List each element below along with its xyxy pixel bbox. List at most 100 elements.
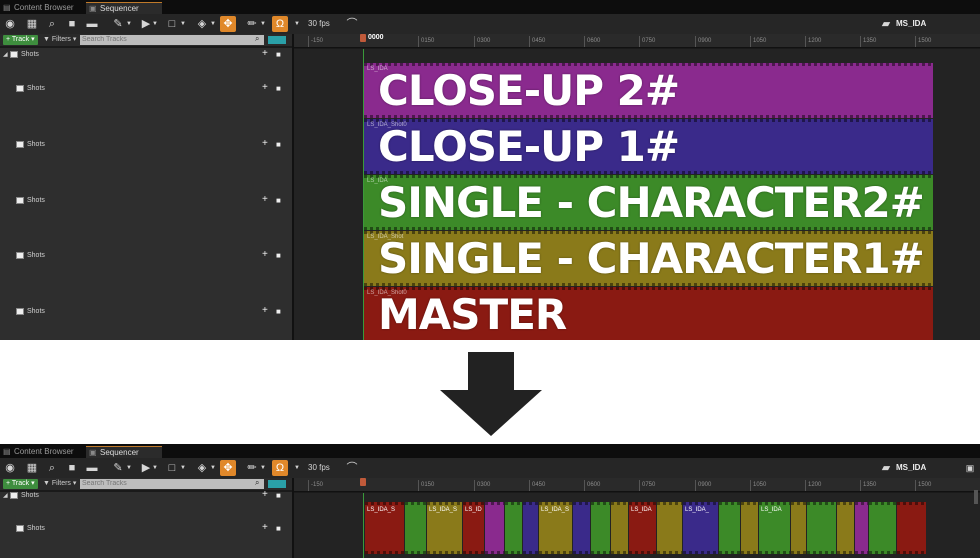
shot-clip[interactable] [869, 502, 896, 554]
shot-clip[interactable] [505, 502, 522, 554]
chevron-down-icon[interactable]: ▼ [152, 16, 158, 32]
shot-clip[interactable] [897, 502, 926, 554]
camera-icon[interactable]: ■ [276, 492, 281, 500]
clapper-icon[interactable]: ▬ [84, 16, 100, 32]
search-icon[interactable]: ⌕ [44, 16, 60, 32]
folder-icon[interactable]: ▰ [878, 460, 894, 476]
expand-icon[interactable]: ◢ [3, 492, 8, 500]
key-icon[interactable]: ◈ [194, 16, 210, 32]
add-icon[interactable]: + [262, 250, 268, 260]
expand-icon[interactable]: ◢ [3, 51, 8, 59]
tab-sequencer[interactable]: ▣ Sequencer [86, 2, 162, 14]
shot-clip[interactable] [837, 502, 854, 554]
time-ruler[interactable]: -150 0000 0150 0300 0450 0600 0750 0900 … [294, 34, 980, 48]
shot-clip[interactable] [657, 502, 682, 554]
camera-icon[interactable]: ■ [276, 252, 281, 260]
shot-clip[interactable]: LS_ID [463, 502, 484, 554]
shot-clip[interactable] [485, 502, 504, 554]
auto-key-icon[interactable]: ✥ [220, 460, 236, 476]
curve-editor-icon[interactable]: ⌒ [344, 16, 360, 32]
selection-icon[interactable]: □ [164, 16, 180, 32]
chevron-down-icon[interactable]: ▼ [294, 460, 300, 476]
shot-clip[interactable] [807, 502, 836, 554]
chevron-down-icon[interactable]: ▼ [210, 460, 216, 476]
pencil-icon[interactable]: ✏ [244, 460, 260, 476]
add-icon[interactable]: + [262, 139, 268, 149]
camera-icon[interactable]: ■ [276, 141, 281, 149]
camera-icon[interactable]: ■ [64, 16, 80, 32]
wrench-icon[interactable]: ✎ [110, 16, 126, 32]
time-ruler[interactable]: -150 0150 0300 0450 0600 0750 0900 1050 … [294, 478, 980, 492]
search-input[interactable] [80, 35, 264, 45]
shot-section[interactable]: LS_IDA_Shot0 MASTER [364, 287, 933, 340]
search-icon[interactable]: ⌕ [44, 460, 60, 476]
settings-icon[interactable]: ▣ [962, 460, 978, 476]
selection-icon[interactable]: □ [164, 460, 180, 476]
shot-clip[interactable] [591, 502, 610, 554]
save-icon[interactable]: ▦ [24, 460, 40, 476]
chevron-down-icon[interactable]: ▼ [126, 16, 132, 32]
color-swatch[interactable] [268, 480, 286, 488]
shot-clip[interactable] [573, 502, 590, 554]
save-icon[interactable]: ▦ [24, 16, 40, 32]
chevron-down-icon[interactable]: ▼ [210, 16, 216, 32]
add-icon[interactable]: + [262, 306, 268, 316]
camera-icon[interactable]: ■ [276, 525, 281, 533]
shot-clip[interactable]: LS_IDA_S [365, 502, 404, 554]
add-icon[interactable]: + [262, 49, 268, 59]
chevron-down-icon[interactable]: ▼ [180, 460, 186, 476]
shot-clip[interactable] [719, 502, 740, 554]
tab-sequencer[interactable]: ▣ Sequencer [86, 446, 162, 458]
shot-clip[interactable]: LS_IDA_S [539, 502, 572, 554]
fps-selector[interactable]: 30 fps [308, 16, 330, 32]
search-input[interactable] [80, 479, 264, 489]
shot-section[interactable]: LS_IDA_Shot0 CLOSE-UP 1# [364, 119, 933, 174]
world-icon[interactable]: ◉ [2, 460, 18, 476]
shot-section[interactable]: LS_IDA SINGLE - CHARACTER2# [364, 175, 933, 230]
add-icon[interactable]: + [262, 490, 268, 500]
wrench-icon[interactable]: ✎ [110, 460, 126, 476]
playhead-handle[interactable] [360, 34, 366, 42]
shot-clip[interactable]: LS_IDA_ [683, 502, 718, 554]
fps-selector[interactable]: 30 fps [308, 460, 330, 476]
shot-clip[interactable]: LS_IDA [629, 502, 656, 554]
shot-clip[interactable] [741, 502, 758, 554]
add-icon[interactable]: + [262, 83, 268, 93]
shot-clip[interactable] [405, 502, 426, 554]
shot-clip[interactable]: LS_IDA [759, 502, 790, 554]
snap-icon[interactable]: Ω [272, 16, 288, 32]
filters-button[interactable]: ▼ Filters ▾ [43, 35, 76, 45]
add-icon[interactable]: + [262, 195, 268, 205]
chevron-down-icon[interactable]: ▼ [126, 460, 132, 476]
chevron-down-icon[interactable]: ▼ [152, 460, 158, 476]
tab-content-browser[interactable]: ▤ Content Browser [0, 2, 84, 14]
camera-icon[interactable]: ■ [64, 460, 80, 476]
shot-clip[interactable] [523, 502, 538, 554]
playhead-handle[interactable] [360, 478, 366, 486]
shot-clip[interactable] [611, 502, 628, 554]
chevron-down-icon[interactable]: ▼ [260, 460, 266, 476]
clapper-icon[interactable]: ▬ [84, 460, 100, 476]
chevron-down-icon[interactable]: ▼ [180, 16, 186, 32]
filters-button[interactable]: ▼ Filters ▾ [43, 479, 76, 489]
folder-icon[interactable]: ▰ [878, 16, 894, 32]
world-icon[interactable]: ◉ [2, 16, 18, 32]
tab-content-browser[interactable]: ▤ Content Browser [0, 446, 84, 458]
auto-key-icon[interactable]: ✥ [220, 16, 236, 32]
shot-clip[interactable]: LS_IDA_S [427, 502, 462, 554]
chevron-down-icon[interactable]: ▼ [260, 16, 266, 32]
curve-editor-icon[interactable]: ⌒ [344, 460, 360, 476]
shot-clip[interactable] [791, 502, 806, 554]
key-icon[interactable]: ◈ [194, 460, 210, 476]
shot-clip[interactable] [855, 502, 868, 554]
add-track-button[interactable]: + Track ▾ [3, 35, 38, 45]
scrollbar[interactable] [974, 490, 978, 504]
add-icon[interactable]: + [262, 523, 268, 533]
shot-section[interactable]: LS_IDA_Shot SINGLE - CHARACTER1# [364, 231, 933, 286]
shot-section[interactable]: LS_IDA CLOSE-UP 2# [364, 63, 933, 118]
pencil-icon[interactable]: ✏ [244, 16, 260, 32]
camera-icon[interactable]: ■ [276, 308, 281, 316]
color-swatch[interactable] [268, 36, 286, 44]
snap-icon[interactable]: Ω [272, 460, 288, 476]
shot-clip-track[interactable]: LS_IDA_S LS_IDA_S LS_ID LS_IDA_S LS_IDA LS_ID… [365, 502, 935, 554]
